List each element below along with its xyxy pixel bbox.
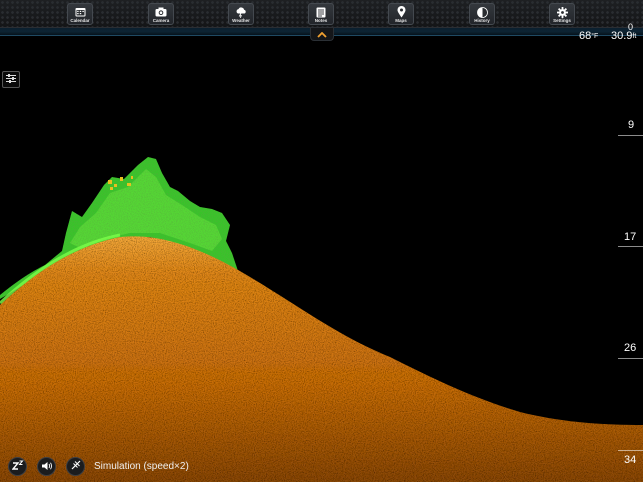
temperature-unit: °F <box>591 33 599 40</box>
depth-gridline <box>618 246 643 247</box>
sliders-icon <box>5 71 17 89</box>
settings-button[interactable]: Settings <box>549 3 575 25</box>
camera-label: Camera <box>152 18 170 23</box>
top-toolbar: Calendar Camera Weather Notes Maps Histo… <box>0 0 643 28</box>
sensitivity-adjust-button[interactable] <box>2 71 20 88</box>
notes-button[interactable]: Notes <box>308 3 334 25</box>
depth-gridline <box>618 135 643 136</box>
settings-label: Settings <box>553 18 571 23</box>
depth-gridline <box>618 450 643 451</box>
sonar-image <box>0 157 643 482</box>
calendar-button[interactable]: Calendar <box>67 3 93 25</box>
simulation-status: Simulation (speed×2) <box>94 461 189 472</box>
calendar-label: Calendar <box>70 18 90 23</box>
history-label: History <box>474 18 490 23</box>
depth-label-17: 17 <box>624 231 637 243</box>
history-button[interactable]: History <box>469 3 495 25</box>
sleep-z-icon <box>11 458 24 476</box>
depth-label-34: 34 <box>624 454 637 466</box>
simulation-button[interactable] <box>66 457 85 476</box>
history-icon <box>476 6 488 18</box>
maps-label: Maps <box>395 18 407 23</box>
gear-icon <box>556 6 568 18</box>
temperature-value: 68 <box>579 30 592 42</box>
depth-unit: ft <box>632 33 637 40</box>
notes-icon <box>316 6 326 18</box>
water-temperature-readout: 68°F <box>579 30 598 42</box>
camera-icon <box>155 6 167 18</box>
weather-icon <box>235 6 247 18</box>
depth-gridline <box>618 358 643 359</box>
depth-label-9: 9 <box>628 119 635 131</box>
depth-label-26: 26 <box>624 342 637 354</box>
map-pin-icon <box>397 6 406 18</box>
maps-button[interactable]: Maps <box>388 3 414 25</box>
sleep-button[interactable] <box>8 457 27 476</box>
weather-label: Weather <box>232 18 250 23</box>
camera-button[interactable]: Camera <box>148 3 174 25</box>
weather-button[interactable]: Weather <box>228 3 254 25</box>
notes-label: Notes <box>314 18 328 23</box>
sonar-display <box>0 37 643 482</box>
seabed-bottom <box>0 236 643 482</box>
sonar-beam-icon <box>70 458 82 476</box>
sound-button[interactable] <box>37 457 56 476</box>
depth-label-0: 0 <box>628 22 634 32</box>
calendar-icon <box>75 6 86 18</box>
speaker-icon <box>41 458 53 476</box>
